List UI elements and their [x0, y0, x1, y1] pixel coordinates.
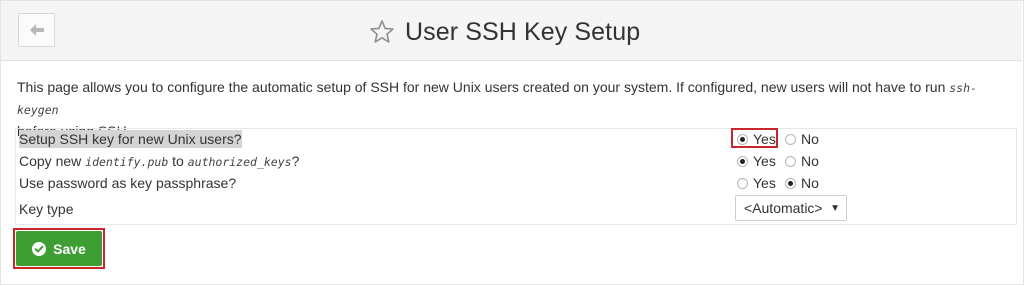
copy-identify-yes-radio[interactable]: Yes: [737, 153, 776, 169]
no-label: No: [801, 131, 819, 147]
check-circle-icon: [32, 241, 47, 256]
back-button[interactable]: [18, 13, 55, 47]
passphrase-label: Use password as key passphrase?: [19, 175, 237, 191]
copy-label-post: ?: [291, 153, 300, 169]
page-header: User SSH Key Setup: [1, 1, 1022, 61]
setup-ssh-yes-radio[interactable]: Yes: [737, 131, 776, 147]
copy-label-pre: Copy new: [19, 153, 86, 169]
yes-label: Yes: [753, 175, 776, 191]
key-type-select[interactable]: <Automatic> ▼: [735, 195, 847, 221]
radio-unselected[interactable]: [785, 155, 796, 167]
setup-ssh-no-radio[interactable]: No: [785, 131, 819, 147]
passphrase-yes-radio[interactable]: Yes: [737, 175, 776, 191]
authorized-keys-code: authorized_keys: [187, 155, 292, 169]
row-copy-identify: Copy new identify.pub to authorized_keys…: [19, 153, 299, 169]
caret-down-icon: ▼: [830, 203, 840, 214]
save-button[interactable]: Save: [16, 231, 102, 266]
intro-text: This page allows you to configure the au…: [17, 79, 950, 95]
save-label: Save: [53, 240, 86, 257]
star-icon[interactable]: [369, 19, 395, 45]
radio-selected[interactable]: [737, 155, 748, 167]
radio-unselected[interactable]: [785, 133, 796, 145]
copy-identify-no-radio[interactable]: No: [785, 153, 819, 169]
row-setup-ssh-key: Setup SSH key for new Unix users?: [19, 130, 242, 148]
yes-label: Yes: [753, 153, 776, 169]
page-title: User SSH Key Setup: [405, 17, 641, 46]
row-password-passphrase: Use password as key passphrase?: [19, 175, 236, 191]
identify-pub-code: identify.pub: [85, 155, 169, 169]
arrow-left-icon: [29, 24, 44, 36]
title-area: User SSH Key Setup: [369, 14, 640, 50]
passphrase-no-radio[interactable]: No: [785, 175, 819, 191]
copy-label-mid: to: [168, 153, 188, 169]
key-type-label: Key type: [19, 201, 74, 217]
row-key-type: Key type: [19, 201, 73, 217]
key-type-value: <Automatic>: [744, 200, 823, 216]
radio-selected[interactable]: [737, 133, 748, 145]
radio-selected[interactable]: [785, 177, 796, 189]
no-label: No: [801, 153, 819, 169]
yes-label: Yes: [753, 131, 776, 147]
radio-unselected[interactable]: [737, 177, 748, 189]
setup-ssh-label: Setup SSH key for new Unix users?: [19, 130, 242, 148]
no-label: No: [801, 175, 819, 191]
